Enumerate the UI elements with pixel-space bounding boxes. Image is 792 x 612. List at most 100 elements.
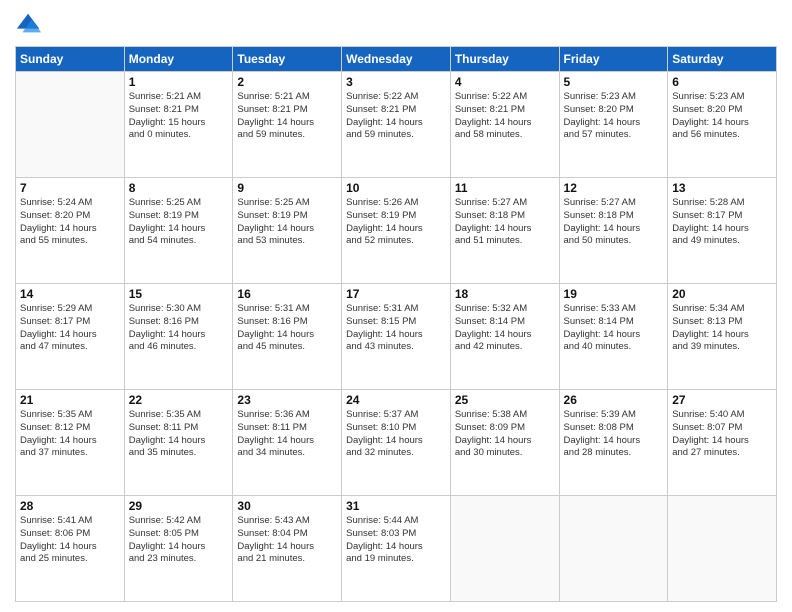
calendar-cell: 11 Sunrise: 5:27 AMSunset: 8:18 PMDayligh… bbox=[450, 178, 559, 284]
calendar-cell: 27Sunrise: 5:40 AMSunset: 8:07 PMDayligh… bbox=[668, 390, 777, 496]
cell-info: Sunrise: 5:21 AMSunset: 8:21 PMDaylight:… bbox=[237, 91, 337, 142]
calendar-cell: 29 Sunrise: 5:42 AMSunset: 8:05 PMDayligh… bbox=[124, 496, 233, 602]
cell-info: Sunrise: 5:22 AMSunset: 8:21 PMDaylight:… bbox=[455, 91, 555, 142]
cell-info: Sunrise: 5:42 AMSunset: 8:05 PMDaylight:… bbox=[129, 515, 229, 566]
day-number: 25 bbox=[455, 393, 555, 407]
week-row-4: 21 Sunrise: 5:35 AMSunset: 8:12 PMDayligh… bbox=[16, 390, 777, 496]
calendar-cell: 6Sunrise: 5:23 AMSunset: 8:20 PMDaylight… bbox=[668, 72, 777, 178]
day-header-thursday: Thursday bbox=[450, 47, 559, 72]
calendar-header-row: SundayMondayTuesdayWednesdayThursdayFrid… bbox=[16, 47, 777, 72]
day-number: 7 bbox=[20, 181, 120, 195]
cell-info: Sunrise: 5:44 AMSunset: 8:03 PMDaylight:… bbox=[346, 515, 446, 566]
day-number: 3 bbox=[346, 75, 446, 89]
cell-info: Sunrise: 5:29 AMSunset: 8:17 PMDaylight:… bbox=[20, 303, 120, 354]
calendar-cell: 5 Sunrise: 5:23 AMSunset: 8:20 PMDaylight… bbox=[559, 72, 668, 178]
day-number: 16 bbox=[237, 287, 337, 301]
calendar-cell: 23 Sunrise: 5:36 AMSunset: 8:11 PMDayligh… bbox=[233, 390, 342, 496]
calendar-cell: 26 Sunrise: 5:39 AMSunset: 8:08 PMDayligh… bbox=[559, 390, 668, 496]
cell-info: Sunrise: 5:25 AMSunset: 8:19 PMDaylight:… bbox=[129, 197, 229, 248]
cell-info: Sunrise: 5:36 AMSunset: 8:11 PMDaylight:… bbox=[237, 409, 337, 460]
day-header-friday: Friday bbox=[559, 47, 668, 72]
day-number: 12 bbox=[564, 181, 664, 195]
week-row-1: 1 Sunrise: 5:21 AMSunset: 8:21 PMDaylight… bbox=[16, 72, 777, 178]
cell-info: Sunrise: 5:25 AMSunset: 8:19 PMDaylight:… bbox=[237, 197, 337, 248]
cell-info: Sunrise: 5:28 AMSunset: 8:17 PMDaylight:… bbox=[672, 197, 772, 248]
week-row-2: 7Sunrise: 5:24 AMSunset: 8:20 PMDaylight… bbox=[16, 178, 777, 284]
cell-info: Sunrise: 5:43 AMSunset: 8:04 PMDaylight:… bbox=[237, 515, 337, 566]
day-header-tuesday: Tuesday bbox=[233, 47, 342, 72]
day-number: 31 bbox=[346, 499, 446, 513]
calendar-cell: 1 Sunrise: 5:21 AMSunset: 8:21 PMDaylight… bbox=[124, 72, 233, 178]
day-number: 27 bbox=[672, 393, 772, 407]
week-row-3: 14Sunrise: 5:29 AMSunset: 8:17 PMDayligh… bbox=[16, 284, 777, 390]
day-number: 30 bbox=[237, 499, 337, 513]
calendar-cell: 21 Sunrise: 5:35 AMSunset: 8:12 PMDayligh… bbox=[16, 390, 125, 496]
calendar-cell: 24 Sunrise: 5:37 AMSunset: 8:10 PMDayligh… bbox=[342, 390, 451, 496]
calendar-cell bbox=[16, 72, 125, 178]
day-number: 26 bbox=[564, 393, 664, 407]
calendar-cell: 3 Sunrise: 5:22 AMSunset: 8:21 PMDaylight… bbox=[342, 72, 451, 178]
calendar-cell: 19 Sunrise: 5:33 AMSunset: 8:14 PMDayligh… bbox=[559, 284, 668, 390]
cell-info: Sunrise: 5:38 AMSunset: 8:09 PMDaylight:… bbox=[455, 409, 555, 460]
day-header-wednesday: Wednesday bbox=[342, 47, 451, 72]
cell-info: Sunrise: 5:30 AMSunset: 8:16 PMDaylight:… bbox=[129, 303, 229, 354]
day-number: 19 bbox=[564, 287, 664, 301]
day-number: 13 bbox=[672, 181, 772, 195]
calendar-cell: 18Sunrise: 5:32 AMSunset: 8:14 PMDayligh… bbox=[450, 284, 559, 390]
day-number: 29 bbox=[129, 499, 229, 513]
day-number: 5 bbox=[564, 75, 664, 89]
calendar-cell: 12 Sunrise: 5:27 AMSunset: 8:18 PMDayligh… bbox=[559, 178, 668, 284]
cell-info: Sunrise: 5:34 AMSunset: 8:13 PMDaylight:… bbox=[672, 303, 772, 354]
cell-info: Sunrise: 5:37 AMSunset: 8:10 PMDaylight:… bbox=[346, 409, 446, 460]
day-number: 4 bbox=[455, 75, 555, 89]
calendar-cell: 9 Sunrise: 5:25 AMSunset: 8:19 PMDaylight… bbox=[233, 178, 342, 284]
cell-info: Sunrise: 5:23 AMSunset: 8:20 PMDaylight:… bbox=[672, 91, 772, 142]
cell-info: Sunrise: 5:35 AMSunset: 8:12 PMDaylight:… bbox=[20, 409, 120, 460]
week-row-5: 28 Sunrise: 5:41 AMSunset: 8:06 PMDayligh… bbox=[16, 496, 777, 602]
day-number: 20 bbox=[672, 287, 772, 301]
day-number: 11 bbox=[455, 181, 555, 195]
day-number: 24 bbox=[346, 393, 446, 407]
cell-info: Sunrise: 5:27 AMSunset: 8:18 PMDaylight:… bbox=[564, 197, 664, 248]
calendar-cell: 10Sunrise: 5:26 AMSunset: 8:19 PMDayligh… bbox=[342, 178, 451, 284]
calendar-cell: 22 Sunrise: 5:35 AMSunset: 8:11 PMDayligh… bbox=[124, 390, 233, 496]
day-number: 9 bbox=[237, 181, 337, 195]
calendar-cell: 17 Sunrise: 5:31 AMSunset: 8:15 PMDayligh… bbox=[342, 284, 451, 390]
day-number: 22 bbox=[129, 393, 229, 407]
day-header-monday: Monday bbox=[124, 47, 233, 72]
day-number: 21 bbox=[20, 393, 120, 407]
calendar-cell: 16 Sunrise: 5:31 AMSunset: 8:16 PMDayligh… bbox=[233, 284, 342, 390]
calendar-cell: 25 Sunrise: 5:38 AMSunset: 8:09 PMDayligh… bbox=[450, 390, 559, 496]
cell-info: Sunrise: 5:39 AMSunset: 8:08 PMDaylight:… bbox=[564, 409, 664, 460]
calendar-cell bbox=[668, 496, 777, 602]
calendar-cell: 30 Sunrise: 5:43 AMSunset: 8:04 PMDayligh… bbox=[233, 496, 342, 602]
cell-info: Sunrise: 5:35 AMSunset: 8:11 PMDaylight:… bbox=[129, 409, 229, 460]
day-number: 23 bbox=[237, 393, 337, 407]
calendar-cell: 13 Sunrise: 5:28 AMSunset: 8:17 PMDayligh… bbox=[668, 178, 777, 284]
cell-info: Sunrise: 5:31 AMSunset: 8:15 PMDaylight:… bbox=[346, 303, 446, 354]
day-number: 17 bbox=[346, 287, 446, 301]
calendar-cell: 8 Sunrise: 5:25 AMSunset: 8:19 PMDaylight… bbox=[124, 178, 233, 284]
cell-info: Sunrise: 5:27 AMSunset: 8:18 PMDaylight:… bbox=[455, 197, 555, 248]
calendar-cell: 4 Sunrise: 5:22 AMSunset: 8:21 PMDaylight… bbox=[450, 72, 559, 178]
calendar-cell: 15 Sunrise: 5:30 AMSunset: 8:16 PMDayligh… bbox=[124, 284, 233, 390]
cell-info: Sunrise: 5:22 AMSunset: 8:21 PMDaylight:… bbox=[346, 91, 446, 142]
calendar-cell: 20 Sunrise: 5:34 AMSunset: 8:13 PMDayligh… bbox=[668, 284, 777, 390]
calendar-cell bbox=[450, 496, 559, 602]
calendar-cell: 28 Sunrise: 5:41 AMSunset: 8:06 PMDayligh… bbox=[16, 496, 125, 602]
logo-icon bbox=[15, 10, 43, 38]
day-number: 1 bbox=[129, 75, 229, 89]
cell-info: Sunrise: 5:41 AMSunset: 8:06 PMDaylight:… bbox=[20, 515, 120, 566]
day-header-sunday: Sunday bbox=[16, 47, 125, 72]
day-number: 15 bbox=[129, 287, 229, 301]
header bbox=[15, 10, 777, 38]
cell-info: Sunrise: 5:33 AMSunset: 8:14 PMDaylight:… bbox=[564, 303, 664, 354]
day-number: 8 bbox=[129, 181, 229, 195]
day-number: 28 bbox=[20, 499, 120, 513]
cell-info: Sunrise: 5:23 AMSunset: 8:20 PMDaylight:… bbox=[564, 91, 664, 142]
cell-info: Sunrise: 5:21 AMSunset: 8:21 PMDaylight:… bbox=[129, 91, 229, 142]
day-number: 2 bbox=[237, 75, 337, 89]
cell-info: Sunrise: 5:31 AMSunset: 8:16 PMDaylight:… bbox=[237, 303, 337, 354]
calendar-cell bbox=[559, 496, 668, 602]
day-number: 18 bbox=[455, 287, 555, 301]
